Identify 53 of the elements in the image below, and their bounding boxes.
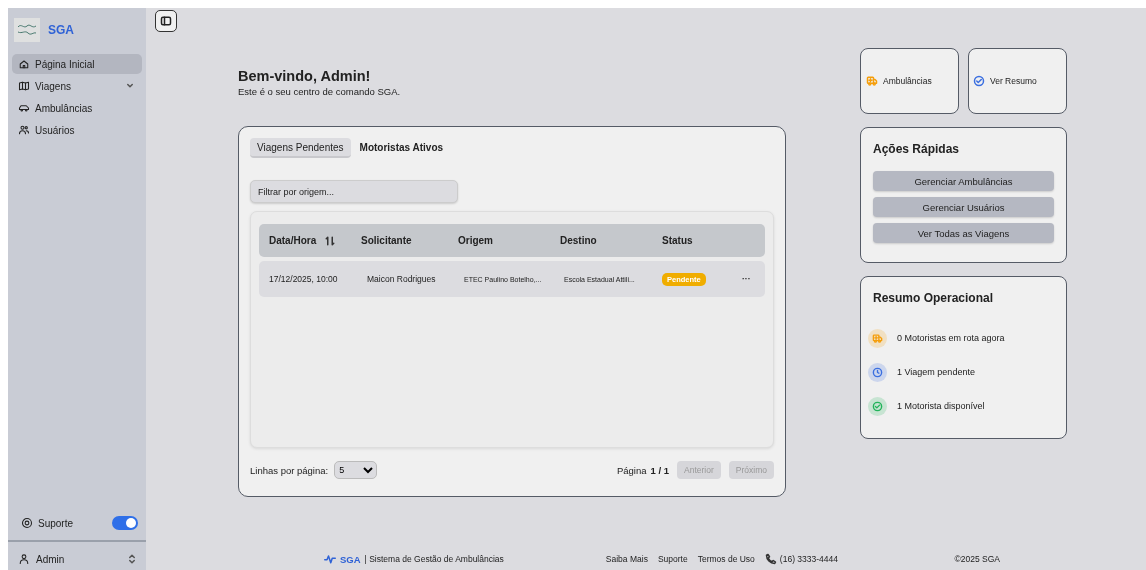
sort-icon: [324, 234, 337, 247]
sidebar-item[interactable]: Usuários: [12, 120, 142, 140]
welcome-subtitle: Este é o seu centro de comando SGA.: [238, 86, 402, 97]
footer-link[interactable]: Suporte: [657, 554, 688, 564]
table-cell-text: 17/12/2025, 10:00: [269, 274, 339, 284]
rows-per-page-select[interactable]: 5: [334, 461, 378, 479]
sidebar-item[interactable]: Viagens: [12, 76, 142, 96]
rows-per-page-label: Linhas por página:: [250, 464, 329, 476]
support-label: Suporte: [38, 517, 75, 529]
summary-text: 0 Motoristas em rota agora: [897, 333, 1005, 343]
page-indicator: 1 / 1: [650, 464, 670, 476]
column-header: Solicitante: [361, 235, 413, 246]
column-header: Origem: [458, 235, 494, 246]
filter-field[interactable]: Filtrar por origem...: [250, 180, 458, 203]
pulse-icon: [324, 553, 336, 565]
updown-icon: [126, 553, 138, 565]
footer-brand: SGA: [340, 553, 361, 565]
column-header: Destino: [560, 235, 598, 246]
row-menu-button[interactable]: ···: [734, 274, 751, 284]
card-title: Resumo Operacional: [873, 291, 995, 305]
table-cell-text: Maicon Rodrigues: [366, 274, 437, 284]
copyright: ©2025 SGA: [954, 554, 1000, 564]
users-icon: [18, 124, 30, 136]
car-icon: [18, 102, 30, 114]
sidebar-item[interactable]: Página Inicial: [12, 54, 142, 74]
logo-text: SGA: [48, 23, 74, 37]
page-label: Página: [616, 464, 647, 476]
panel-icon: [160, 15, 172, 27]
column-header: Status: [662, 235, 694, 246]
phone-icon: [764, 553, 777, 565]
welcome-title: Bem-vindo, Admin!: [238, 68, 372, 84]
summary-text: 1 Viagem pendente: [897, 367, 975, 377]
sidebar-toggle-button[interactable]: [155, 10, 177, 32]
theme-toggle[interactable]: [112, 516, 138, 530]
support-icon: [21, 517, 33, 529]
footer-link[interactable]: Saiba Mais: [605, 554, 648, 564]
action-button[interactable]: Gerenciar Ambulâncias: [873, 171, 1054, 191]
action-button[interactable]: Gerenciar Usuários: [873, 197, 1054, 217]
footer-link[interactable]: Termos de Uso: [697, 554, 755, 564]
house-icon: [18, 58, 30, 70]
action-button[interactable]: Ver Todas as Viagens: [873, 223, 1054, 243]
card-title: Ações Rápidas: [873, 142, 961, 156]
summary-text: 1 Motorista disponível: [897, 401, 985, 411]
user-icon: [18, 553, 30, 565]
shortcut-card[interactable]: Ver Resumo: [968, 48, 1067, 114]
shortcut-card[interactable]: Ambulâncias: [860, 48, 959, 114]
tab[interactable]: Motoristas Ativos: [352, 138, 451, 158]
map-icon: [18, 80, 30, 92]
column-header[interactable]: Data/Hora: [269, 235, 317, 246]
sidebar-item[interactable]: Ambulâncias: [12, 98, 142, 118]
footer-tagline: | Sistema de Gestão de Ambulâncias: [364, 554, 504, 564]
tab[interactable]: Viagens Pendentes: [250, 138, 351, 158]
phone-number: (16) 3333-4444: [779, 554, 838, 564]
